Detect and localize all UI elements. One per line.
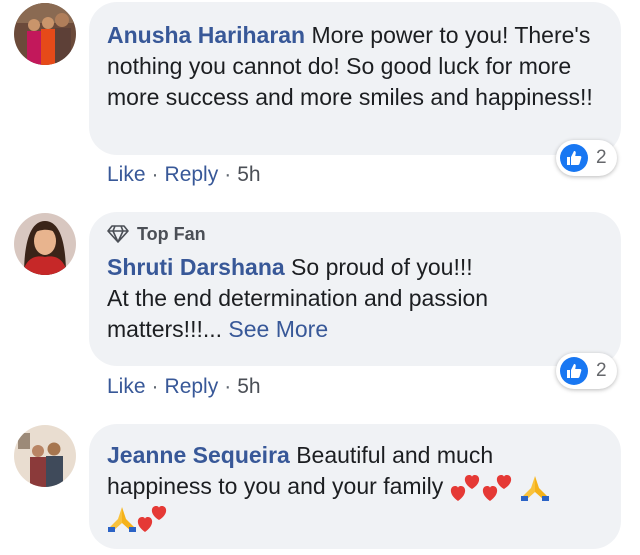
reaction-summary[interactable]: 2 (556, 140, 617, 176)
avatar[interactable] (14, 425, 76, 487)
reaction-count: 2 (596, 360, 607, 381)
two-hearts-icon (137, 505, 167, 532)
diamond-icon (107, 225, 129, 243)
comment-text-line: Beautiful and much (296, 442, 494, 468)
comment-author[interactable]: Shruti Darshana (107, 254, 285, 280)
like-link[interactable]: Like (107, 375, 146, 398)
like-link[interactable]: Like (107, 163, 146, 186)
comment-author[interactable]: Anusha Hariharan (107, 22, 305, 48)
folded-hands-icon (108, 506, 136, 532)
comment-bubble: Anusha Hariharan More power to you! Ther… (89, 2, 621, 155)
comment-actions: Like · Reply · 5h (107, 163, 261, 186)
avatar[interactable] (14, 213, 76, 275)
avatar[interactable] (14, 3, 76, 65)
two-hearts-icon (482, 474, 511, 501)
reaction-summary[interactable]: 2 (556, 353, 617, 389)
comment-bubble: Jeanne Sequeira Beautiful and much happi… (89, 424, 621, 549)
comment-author[interactable]: Jeanne Sequeira (107, 442, 290, 468)
see-more-link[interactable]: See More (228, 316, 328, 342)
folded-hands-icon (521, 475, 550, 501)
comment-actions: Like · Reply · 5h (107, 375, 261, 398)
reply-link[interactable]: Reply (165, 163, 219, 186)
comment-text-line: So proud of you!!! (291, 254, 473, 280)
reaction-count: 2 (596, 147, 607, 168)
comment-text-line: At the end determination and passion (107, 285, 489, 311)
like-reaction-icon (560, 357, 588, 385)
comment-bubble: Top Fan Shruti Darshana So proud of you!… (89, 212, 621, 366)
two-hearts-icon (450, 474, 479, 501)
like-reaction-icon (560, 144, 588, 172)
timestamp[interactable]: 5h (237, 163, 260, 186)
reply-link[interactable]: Reply (165, 375, 219, 398)
top-fan-label: Top Fan (137, 224, 206, 244)
timestamp[interactable]: 5h (237, 375, 260, 398)
top-fan-badge[interactable]: Top Fan (107, 222, 605, 246)
comment-text-line: matters!!!... (107, 316, 223, 342)
comment-text-line: happiness to you and your family (107, 473, 444, 499)
